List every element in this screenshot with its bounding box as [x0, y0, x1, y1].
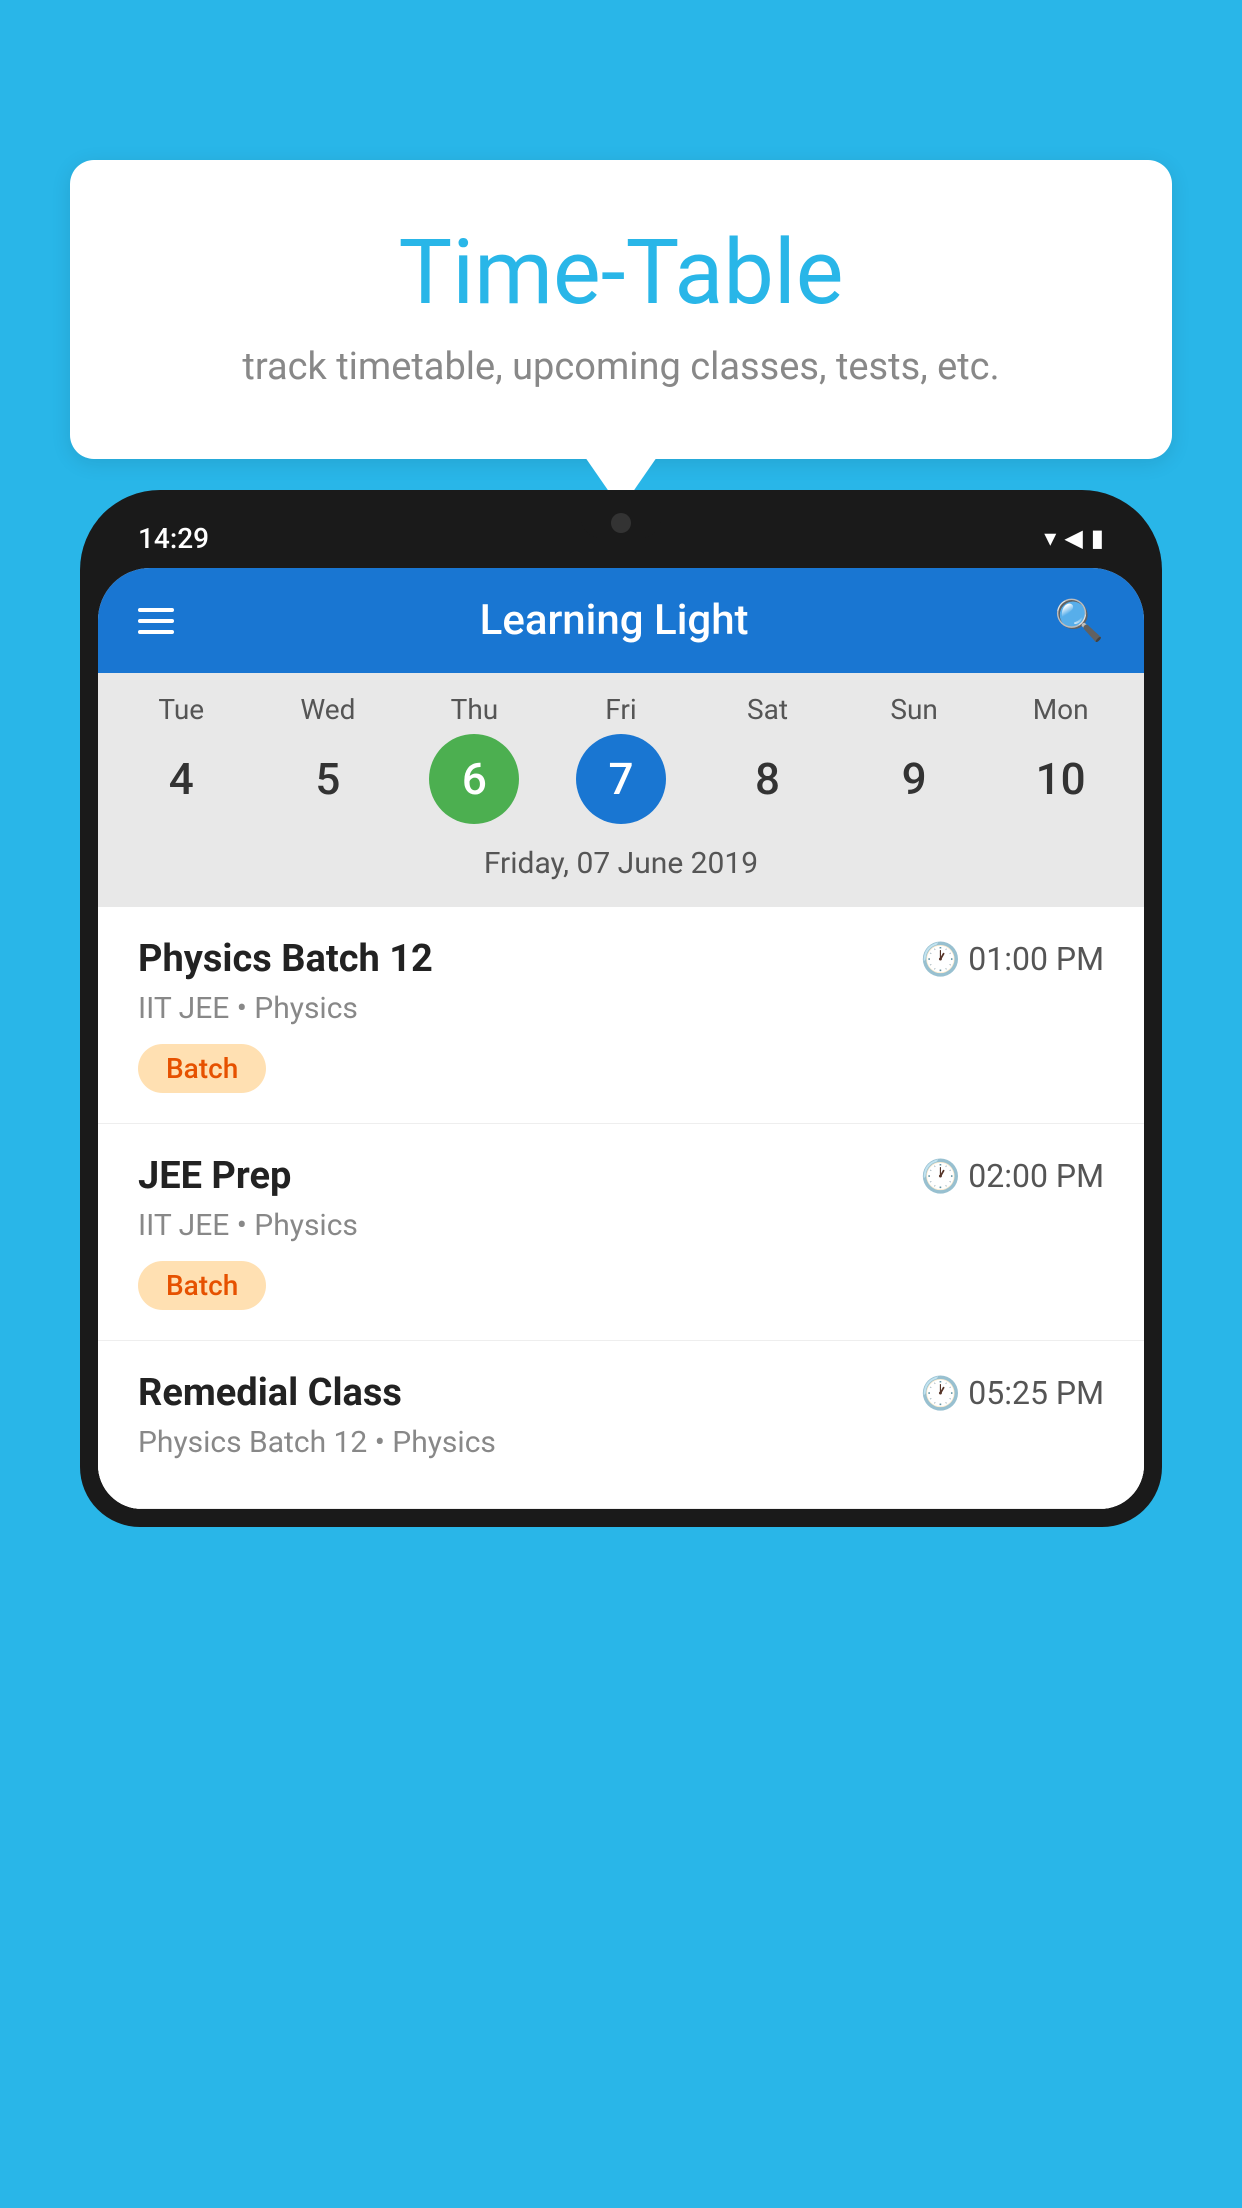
- app-title: Learning Light: [480, 596, 749, 645]
- phone-container: 14:29 ▾ ◀ ▮ Learning Light 🔍: [80, 490, 1162, 2208]
- schedule-item-time: 🕐 01:00 PM: [920, 940, 1104, 978]
- app-bar: Learning Light 🔍: [98, 568, 1144, 673]
- day-number: 4: [136, 734, 226, 824]
- day-number: 10: [1016, 734, 1106, 824]
- schedule-item-time: 🕐 05:25 PM: [920, 1374, 1104, 1412]
- signal-icon: ◀: [1064, 524, 1082, 552]
- day-number: 8: [723, 734, 813, 824]
- battery-icon: ▮: [1091, 524, 1104, 552]
- day-column-sat[interactable]: Sat 8: [703, 693, 833, 824]
- camera: [611, 513, 631, 533]
- bubble-subtitle: track timetable, upcoming classes, tests…: [150, 345, 1092, 389]
- bubble-title: Time-Table: [150, 220, 1092, 325]
- schedule-item-subtitle: IIT JEE • Physics: [138, 991, 1104, 1026]
- schedule-item-title: JEE Prep: [138, 1154, 291, 1198]
- day-name: Thu: [451, 693, 499, 726]
- schedule-item-time: 🕐 02:00 PM: [920, 1157, 1104, 1195]
- day-number: 6: [429, 734, 519, 824]
- day-name: Sat: [747, 693, 788, 726]
- day-number: 5: [283, 734, 373, 824]
- speech-bubble-container: Time-Table track timetable, upcoming cla…: [70, 160, 1172, 459]
- wifi-icon: ▾: [1044, 524, 1056, 552]
- day-name: Mon: [1033, 693, 1089, 726]
- day-name: Wed: [300, 693, 355, 726]
- status-bar: 14:29 ▾ ◀ ▮: [98, 508, 1144, 568]
- schedule-item[interactable]: JEE Prep 🕐 02:00 PM IIT JEE • Physics Batch: [98, 1124, 1144, 1341]
- schedule-item-title: Physics Batch 12: [138, 937, 433, 981]
- selected-date-label: Friday, 07 June 2019: [98, 834, 1144, 897]
- phone-frame: 14:29 ▾ ◀ ▮ Learning Light 🔍: [80, 490, 1162, 1527]
- batch-badge: Batch: [138, 1261, 266, 1310]
- day-name: Tue: [158, 693, 204, 726]
- schedule-item[interactable]: Remedial Class 🕐 05:25 PM Physics Batch 12…: [98, 1341, 1144, 1509]
- day-column-mon[interactable]: Mon 10: [996, 693, 1126, 824]
- hamburger-menu-icon[interactable]: [138, 608, 174, 634]
- day-column-sun[interactable]: Sun 9: [849, 693, 979, 824]
- day-number: 9: [869, 734, 959, 824]
- day-name: Fri: [605, 693, 636, 726]
- speech-bubble: Time-Table track timetable, upcoming cla…: [70, 160, 1172, 459]
- schedule-item[interactable]: Physics Batch 12 🕐 01:00 PM IIT JEE • Phys…: [98, 907, 1144, 1124]
- schedule-list: Physics Batch 12 🕐 01:00 PM IIT JEE • Phys…: [98, 907, 1144, 1509]
- days-row: Tue 4 Wed 5 Thu 6 Fri 7 Sat 8 Sun 9 Mon 10: [98, 693, 1144, 824]
- search-icon[interactable]: 🔍: [1054, 597, 1104, 644]
- batch-badge: Batch: [138, 1044, 266, 1093]
- status-icons: ▾ ◀ ▮: [1044, 524, 1104, 552]
- schedule-item-subtitle: IIT JEE • Physics: [138, 1208, 1104, 1243]
- phone-screen: Learning Light 🔍 Tue 4 Wed 5 Thu 6 Fri 7 Sat 8 Sun…: [98, 568, 1144, 1509]
- day-name: Sun: [890, 693, 938, 726]
- calendar-strip: Tue 4 Wed 5 Thu 6 Fri 7 Sat 8 Sun 9 Mon 10 Friday, 07…: [98, 673, 1144, 907]
- day-column-fri[interactable]: Fri 7: [556, 693, 686, 824]
- status-time: 14:29: [138, 522, 209, 555]
- day-column-wed[interactable]: Wed 5: [263, 693, 393, 824]
- notch: [581, 508, 661, 538]
- day-column-thu[interactable]: Thu 6: [409, 693, 539, 824]
- schedule-item-title: Remedial Class: [138, 1371, 402, 1415]
- schedule-item-subtitle: Physics Batch 12 • Physics: [138, 1425, 1104, 1460]
- day-column-tue[interactable]: Tue 4: [116, 693, 246, 824]
- day-number: 7: [576, 734, 666, 824]
